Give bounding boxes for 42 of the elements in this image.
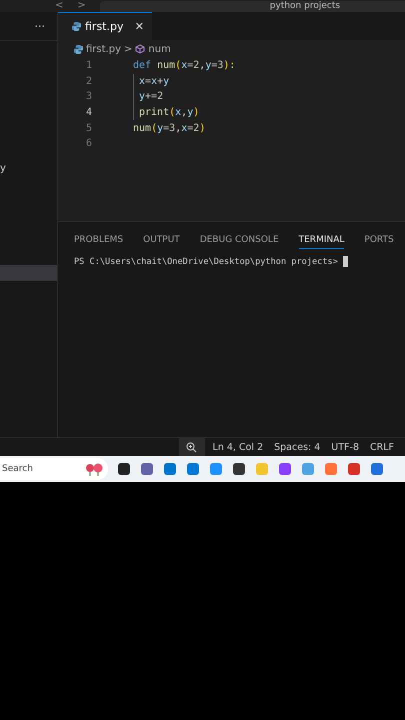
back-arrow[interactable]: < — [55, 0, 64, 12]
panel-tab[interactable]: DEBUG CONSOLE — [200, 229, 279, 249]
zoom-icon[interactable] — [186, 442, 198, 452]
breadcrumb-separator: > — [124, 44, 132, 54]
line-number: 5 — [84, 122, 93, 134]
breadcrumb-item[interactable]: num — [148, 44, 171, 54]
more-actions[interactable]: ··· — [34, 20, 45, 32]
panel-tab[interactable]: PORTS — [364, 229, 394, 249]
sidebar-item[interactable]: y — [0, 161, 57, 177]
panel-tab[interactable]: PROBLEMS — [74, 229, 124, 249]
terminal-cursor — [342, 256, 348, 267]
python-file-icon — [74, 44, 83, 54]
cube-icon — [135, 44, 146, 54]
terminal-prompt: PS C:\Users\chait\OneDrive\Desktop\python projects> — [74, 256, 338, 266]
editor-tab[interactable]: first.py ✕ — [58, 12, 152, 40]
forward-arrow[interactable]: > — [77, 0, 86, 12]
panel-tab[interactable]: OUTPUT — [143, 229, 180, 249]
status-item[interactable]: Ln 4, Col 2 — [212, 442, 264, 452]
line-number: 2 — [84, 76, 93, 87]
flower-icon — [84, 462, 104, 476]
code-line: print(x,y) — [139, 107, 200, 118]
status-item[interactable]: CRLF — [370, 442, 394, 452]
python-file-icon — [72, 22, 81, 31]
status-item[interactable]: UTF-8 — [331, 442, 359, 452]
breadcrumb-item[interactable]: first.py — [86, 44, 121, 54]
close-icon[interactable]: ✕ — [134, 20, 144, 33]
tab-label: first.py — [85, 20, 124, 33]
code-line: y+=2 — [139, 91, 164, 102]
code-line: x=x+y — [139, 76, 170, 87]
line-number: 4 — [84, 107, 93, 118]
taskbar-search-field[interactable]: Search — [0, 463, 74, 475]
status-item[interactable]: Spaces: 4 — [274, 442, 320, 452]
code-line: def num(x=2,y=3): — [133, 60, 236, 72]
app-icon[interactable] — [117, 462, 131, 476]
code-line: num(y=3,x=2) — [133, 122, 206, 134]
line-number: 6 — [84, 138, 93, 150]
taskbar-search-bar[interactable]: Search — [0, 458, 108, 480]
line-number: 3 — [84, 91, 93, 102]
app-icon[interactable] — [232, 462, 246, 476]
panel-tab[interactable]: TERMINAL — [298, 229, 344, 249]
command-center-search[interactable]: python projects — [100, 1, 405, 12]
line-number: 1 — [84, 60, 93, 72]
